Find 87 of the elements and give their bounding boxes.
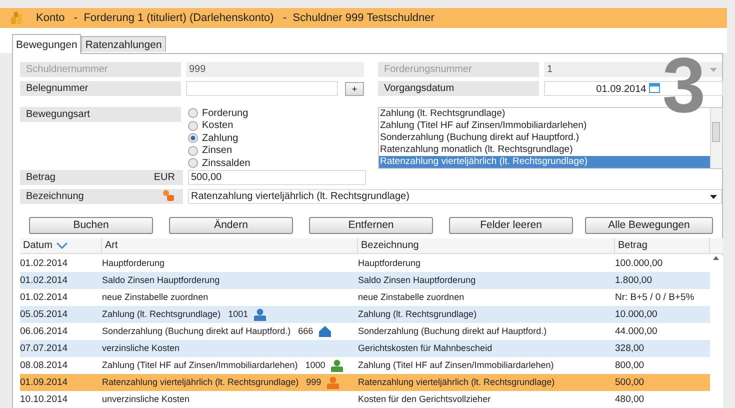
table-cell-text: Kosten für den Gerichtsvollzieher — [358, 394, 492, 404]
radio-icon[interactable] — [188, 108, 198, 118]
table-cell: Hauptforderung — [102, 258, 165, 268]
list-item[interactable]: Ratenzahlung monatlich (lt. Rechtsgrundlage) — [379, 144, 710, 156]
text-tag-icon[interactable] — [162, 190, 175, 202]
action-button[interactable]: Buchen — [29, 216, 153, 234]
field-label: Bewegungsart — [20, 107, 181, 122]
radio-option[interactable]: Zinssalden — [188, 157, 250, 170]
table-cell-text: 10.10.2014 — [20, 394, 69, 404]
add-button[interactable]: + — [345, 82, 364, 96]
field-label: Betrag EUR — [20, 170, 183, 184]
table-cell-text: Hauptforderung — [358, 258, 422, 268]
table-cell-text: 10.000,00 — [615, 308, 658, 320]
scrollbar[interactable] — [710, 108, 722, 168]
table-cell: neue Zinstabelle zuordnen — [102, 292, 208, 302]
table-cell: Saldo Zinsen Hauptforderung — [102, 275, 220, 285]
table-cell-text: neue Zinstabelle zuordnen — [358, 292, 466, 302]
column-header[interactable]: Art — [102, 238, 358, 252]
table-row[interactable]: 01.09.2014 Ratenzahlung vierteljährlich (lt. Rechtsgrundlage) 999 Ratenzahlung vierteljährlich (lt. Rechtsgrundlage) 500,00 — [20, 374, 710, 390]
table-cell-text: Nr: B+5 / 0 / B+5% — [615, 292, 696, 302]
scrollbar[interactable] — [710, 254, 723, 408]
table-cell-text: Sonderzahlung (Buchung direkt auf Hauptford.) — [358, 326, 548, 336]
input-field[interactable]: 500,00 — [188, 170, 366, 184]
table-cell-text: 01.02.2014 — [20, 258, 69, 268]
table-cell-text: 08.08.2014 — [20, 360, 69, 370]
table-cell-text: Zahlung (lt. Rechtsgrundlage) — [358, 309, 478, 319]
input-field[interactable] — [186, 81, 338, 96]
table-cell-text: 05.05.2014 — [20, 308, 69, 320]
table-cell-text: 100.000,00 — [615, 258, 664, 268]
window-title: Konto - Forderung 1 (tituliert) (Darlehenskonto) - Schuldner 999 Testschuldner — [36, 12, 434, 24]
table-cell-text: 01.09.2014 — [20, 376, 69, 388]
table-cell: Sonderzahlung (Buchung direkt auf Hauptford.) 666 — [102, 326, 314, 336]
table-cell-text: 06.06.2014 — [20, 326, 69, 336]
table-cell-text: Ratenzahlung vierteljährlich (lt. Rechtsgrundlage) — [358, 377, 556, 387]
list-item[interactable]: Sonderzahlung (Buchung direkt auf Hauptford.) — [379, 132, 710, 144]
radio-option[interactable]: Kosten — [188, 120, 250, 132]
radio-icon[interactable] — [188, 158, 198, 168]
radio-option[interactable]: Forderung — [188, 107, 250, 120]
action-button[interactable]: Entfernen — [309, 216, 433, 234]
column-header[interactable]: Datum — [20, 238, 102, 252]
table-cell-text: Zahlung (Titel HF auf Zinsen/Immobiliardarlehen) — [358, 360, 555, 370]
table-row[interactable]: 07.07.2014 verzinsliche Kosten Gerichtskosten für Mahnbescheid 328,00 — [20, 340, 710, 356]
table-cell: Zahlung (Titel HF auf Zinsen/Immobiliardarlehen) 1000 — [102, 360, 326, 370]
table-cell: verzinsliche Kosten — [102, 343, 180, 353]
table-cell-text: Saldo Zinsen Hauptforderung — [358, 275, 477, 285]
table-row[interactable]: 01.02.2014 Saldo Zinsen Hauptforderung Saldo Zinsen Hauptforderung 1.800,00 — [20, 272, 710, 288]
table-cell-text: 500,00 — [615, 376, 646, 388]
table-cell-text: 480,00 — [615, 394, 646, 404]
table-cell-text: 800,00 — [615, 360, 646, 370]
column-header[interactable]: Bezeichnung — [358, 238, 615, 252]
dropdown[interactable]: Ratenzahlung vierteljährlich (lt. Rechtsgrundlage) — [188, 188, 722, 204]
table-cell: Zahlung (lt. Rechtsgrundlage) 1001 — [102, 309, 248, 319]
field-label: Schuldnernummer — [20, 62, 181, 77]
field-label: Bezeichnung — [20, 188, 183, 204]
action-button[interactable]: Ändern — [169, 216, 293, 234]
table-row[interactable]: 06.06.2014 Sonderzahlung (Buchung direkt auf Hauptford.) 666 Sonderzahlung (Buchung direkt auf Hauptford.) 44.000,00 — [20, 322, 710, 340]
table-row[interactable]: 08.08.2014 Zahlung (Titel HF auf Zinsen/Immobiliardarlehen) 1000 Zahlung (Titel HF auf Zinsen/Immobiliardarlehen) 800,00 — [20, 356, 710, 374]
table-row[interactable]: 05.05.2014 Zahlung (lt. Rechtsgrundlage) 1001 Zahlung (lt. Rechtsgrundlage) 10.000,00 — [20, 306, 710, 322]
radio-icon[interactable] — [188, 133, 198, 144]
table-cell-text: 01.02.2014 — [20, 274, 69, 286]
dropdown-arrow-icon[interactable] — [710, 194, 717, 198]
tab[interactable]: Ratenzahlungen — [81, 36, 166, 52]
table-cell-text: 1.800,00 — [615, 274, 653, 286]
table-cell-text: 44.000,00 — [615, 326, 658, 336]
table-cell-text: 328,00 — [615, 342, 646, 354]
table-cell-text: 01.02.2014 — [20, 292, 69, 302]
table-cell-text: Gerichtskosten für Mahnbescheid — [358, 343, 494, 353]
radio-icon[interactable] — [188, 120, 198, 131]
field-label: Vorgangsdatum — [378, 81, 539, 96]
column-header[interactable]: Betrag — [615, 238, 710, 252]
calendar-icon[interactable] — [649, 82, 660, 93]
field-label: Forderungsnummer — [378, 62, 539, 77]
radio-option[interactable]: Zinsen — [188, 144, 250, 157]
radio-option[interactable]: Zahlung — [188, 132, 250, 144]
table-cell: Ratenzahlung vierteljährlich (lt. Rechtsgrundlage) 999 — [102, 377, 322, 387]
field-label: Belegnummer — [20, 81, 181, 96]
radio-icon[interactable] — [188, 146, 198, 156]
list-item[interactable]: Zahlung (Titel HF auf Zinsen/Immobiliardarlehen) — [379, 120, 710, 132]
list-item[interactable]: Ratenzahlung vierteljährlich (lt. Rechtsgrundlage) — [379, 156, 710, 168]
coins-icon — [10, 11, 24, 25]
tab[interactable]: Bewegungen — [12, 34, 82, 54]
action-button[interactable]: Alle Bewegungen — [585, 216, 713, 234]
table-cell-text: 07.07.2014 — [20, 342, 69, 354]
sort-chevron-icon[interactable] — [56, 242, 68, 248]
action-button[interactable]: Felder leeren — [449, 216, 573, 234]
scroll-up-arrow-icon[interactable] — [713, 256, 719, 260]
table-cell: unverzinsliche Kosten — [102, 394, 190, 404]
